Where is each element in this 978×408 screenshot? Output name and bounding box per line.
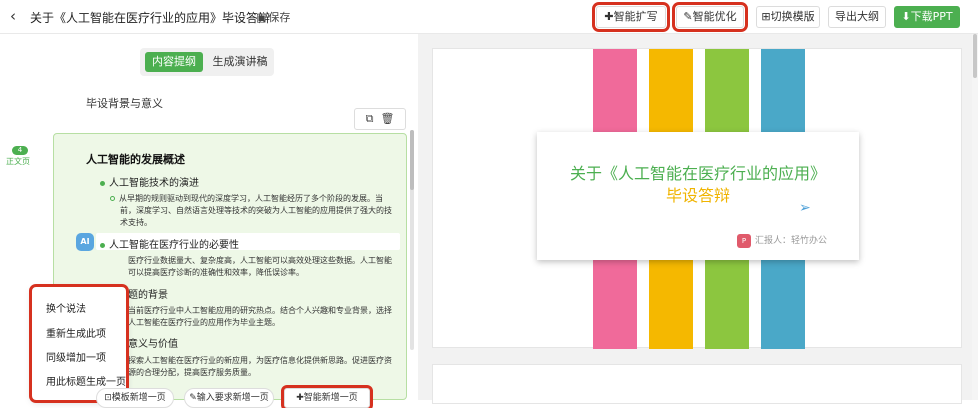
template-icon: ⊞ [761, 10, 771, 23]
outline-item[interactable]: 人工智能技术的演进 [100, 174, 199, 189]
save-label: 保存 [268, 11, 291, 24]
save-icon: ▣ [256, 11, 267, 24]
outline-subitem-text[interactable]: 医疗行业数据量大、复杂度高，人工智能可以高效处理这些数据。人工智能可以提高医疗诊… [128, 255, 396, 279]
scroll-thumb[interactable] [410, 130, 414, 190]
slide-thumbnail[interactable] [432, 364, 962, 404]
document-title: 关于《人工智能在医疗行业的应用》毕设答辩 [30, 11, 271, 25]
smart-optimize-label: 智能优化 [692, 10, 737, 23]
outline-subitem[interactable]: 从早期的规则驱动到现代的深度学习，人工智能经历了多个阶段的发展。当前，深度学习、… [110, 193, 396, 229]
sub-bullet-icon [110, 196, 115, 201]
save-button[interactable]: ▣ 保存 [256, 9, 290, 25]
outline-item[interactable]: 人工智能在医疗行业的必要性 [100, 236, 239, 251]
top-toolbar: ‹ 关于《人工智能在医疗行业的应用》毕设答辩 ▣ 保存 ✚智能扩写 ✎智能优化 ⊞… [0, 0, 978, 34]
template-add-page-button[interactable]: ⊡模板新增一页 [96, 388, 174, 408]
slide-thumbnail[interactable]: 关于《人工智能在医疗行业的应用》 毕设答辩 ➢ P 汇报人：轻竹办公 [432, 48, 962, 349]
delete-icon[interactable]: 🗑 [380, 112, 394, 125]
page-number-badge: 4 [12, 146, 28, 155]
scroll-thumb[interactable] [973, 34, 977, 78]
paper-plane-icon: ➢ [799, 200, 811, 216]
slide-title: 关于《人工智能在医疗行业的应用》 [569, 164, 826, 183]
section-title: 毕设背景与意义 [86, 97, 163, 110]
smart-expand-button[interactable]: ✚智能扩写 [592, 2, 670, 32]
menu-item-rephrase[interactable]: 换个说法 [46, 300, 86, 315]
export-outline-label: 导出大纲 [835, 10, 879, 23]
smart-add-page-label: 智能新增一页 [303, 393, 358, 403]
outline-panel: 内容提纲 生成演讲稿 毕设背景与意义 ⧉ 🗑 4 正文页 人工智能的发展概述 人… [0, 34, 418, 403]
download-ppt-button[interactable]: ⬇下载PPT [894, 6, 960, 28]
card-actions: ⧉ 🗑 [354, 108, 406, 130]
context-menu: 换个说法 重新生成此项 同级增加一项 用此标题生成一页 [29, 284, 129, 403]
bullet-icon [100, 180, 105, 186]
switch-template-label: 切换模版 [770, 10, 815, 23]
edit-icon: ✎ [189, 393, 197, 403]
ppt-logo-icon: P [737, 233, 751, 248]
outline-subitem-text[interactable]: 当前医疗行业中人工智能应用的研究热点。结合个人兴趣和专业背景，选择人工智能在医疗… [128, 305, 396, 329]
tab-content-outline[interactable]: 内容提纲 [145, 52, 203, 72]
menu-item-generate-page[interactable]: 用此标题生成一页 [46, 373, 126, 388]
sparkle-icon: ✚ [296, 393, 304, 403]
card-title[interactable]: 人工智能的发展概述 [86, 151, 185, 167]
input-add-page-label: 输入要求新增一页 [196, 393, 269, 403]
slide-preview-panel: 关于《人工智能在医疗行业的应用》 毕设答辩 ➢ P 汇报人：轻竹办公 [418, 34, 978, 404]
preview-scrollbar[interactable] [972, 34, 978, 400]
outline-subitem-text: 从早期的规则驱动到现代的深度学习，人工智能经历了多个阶段的发展。当前，深度学习、… [119, 194, 392, 227]
tab-generate-speech[interactable]: 生成演讲稿 [210, 52, 270, 72]
menu-item-regenerate[interactable]: 重新生成此项 [46, 325, 106, 340]
smart-expand-label: 智能扩写 [613, 10, 658, 23]
menu-item-add-sibling[interactable]: 同级增加一项 [46, 349, 106, 364]
bullet-icon [100, 242, 105, 248]
ai-icon[interactable]: AI [76, 233, 94, 251]
template-add-page-label: 模板新增一页 [111, 393, 166, 403]
expand-icon: ✚ [604, 10, 614, 23]
reporter-line: P 汇报人：轻竹办公 [737, 233, 827, 248]
smart-add-page-button[interactable]: ✚智能新增一页 [281, 385, 373, 408]
left-scrollbar[interactable] [410, 130, 414, 350]
outline-item-label[interactable]: 意义与价值 [128, 335, 178, 350]
download-ppt-label: 下载PPT [910, 10, 953, 23]
export-outline-button[interactable]: 导出大纲 [828, 6, 886, 28]
download-icon: ⬇ [901, 10, 911, 23]
optimize-icon: ✎ [683, 10, 693, 23]
switch-template-button[interactable]: ⊞切换模版 [756, 6, 820, 28]
smart-optimize-button[interactable]: ✎智能优化 [672, 2, 748, 32]
outline-item-label: 人工智能技术的演进 [109, 178, 199, 189]
outline-item-label[interactable]: 题的背景 [128, 286, 168, 301]
page-type-label: 正文页 [6, 157, 30, 166]
input-add-page-button[interactable]: ✎输入要求新增一页 [184, 388, 274, 408]
outline-subitem-text[interactable]: 探索人工智能在医疗行业的新应用，为医疗信息化提供新思路。促进医疗资源的合理分配，… [128, 355, 396, 379]
outline-tabs: 内容提纲 生成演讲稿 [140, 48, 274, 76]
reporter-text: 汇报人：轻竹办公 [755, 236, 828, 246]
title-card: 关于《人工智能在医疗行业的应用》 毕设答辩 ➢ P 汇报人：轻竹办公 [537, 132, 859, 260]
template-icon: ⊡ [104, 393, 112, 403]
outline-item-label: 人工智能在医疗行业的必要性 [109, 240, 239, 251]
chevron-left-icon[interactable]: ‹ [10, 7, 16, 25]
copy-icon[interactable]: ⧉ [366, 112, 374, 125]
